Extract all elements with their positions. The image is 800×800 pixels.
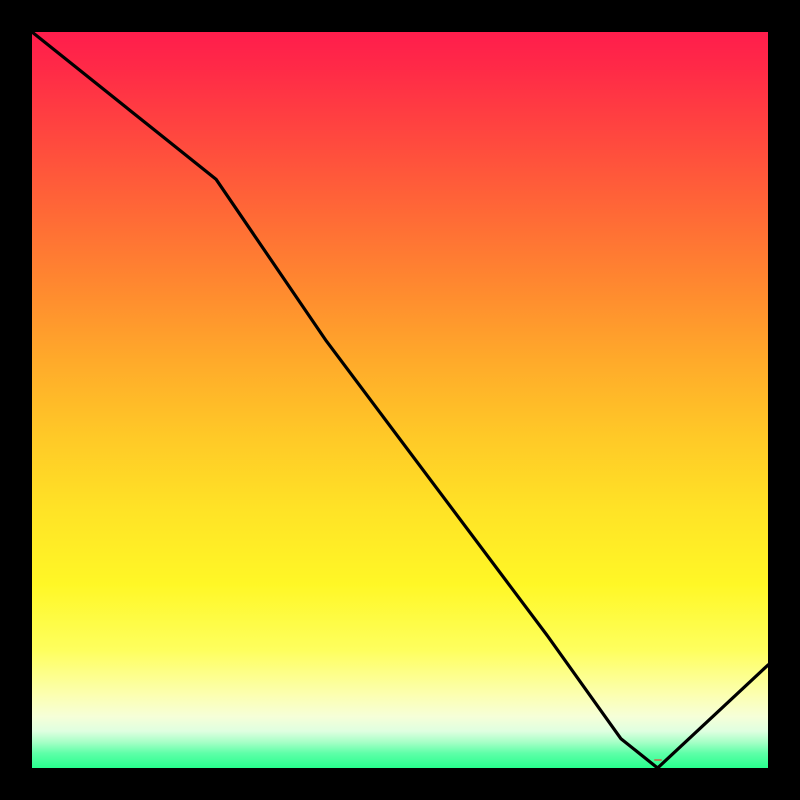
optimum-marker bbox=[654, 759, 662, 761]
chart-container: TheBottleneck.com bbox=[0, 0, 800, 800]
attribution-text: TheBottleneck.com bbox=[596, 6, 790, 32]
line-plot bbox=[32, 32, 768, 768]
plot-area bbox=[32, 32, 768, 768]
curve-line bbox=[32, 32, 768, 768]
